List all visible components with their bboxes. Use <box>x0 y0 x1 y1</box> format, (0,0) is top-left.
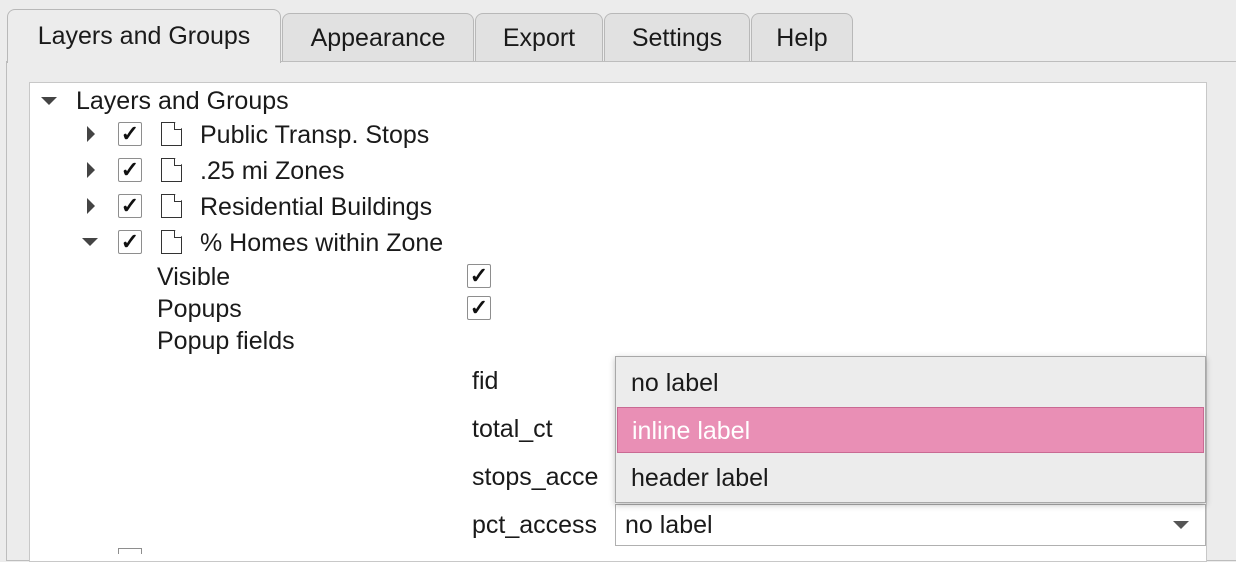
tab-help[interactable]: Help <box>751 13 853 62</box>
doc-fold-icon <box>174 122 182 130</box>
checkmark-icon: ✓ <box>469 295 489 320</box>
doc-fold-icon <box>174 158 182 166</box>
collapse-arrow-icon[interactable] <box>82 238 98 246</box>
layer-name[interactable]: Residential Buildings <box>200 192 432 222</box>
tab-settings[interactable]: Settings <box>604 13 750 62</box>
tab-bar: Layers and Groups Appearance Export Sett… <box>0 0 1236 63</box>
tab-export[interactable]: Export <box>475 13 603 62</box>
popups-checkbox[interactable]: ✓ <box>467 296 491 320</box>
collapse-arrow-icon[interactable] <box>41 97 57 105</box>
layer-name[interactable]: Public Transp. Stops <box>200 120 429 150</box>
layer-checkbox[interactable]: ✓ <box>118 230 142 254</box>
layer-name[interactable]: % Homes within Zone <box>200 228 443 258</box>
label-mode-select[interactable]: no label <box>615 504 1206 546</box>
layer-name[interactable]: .25 mi Zones <box>200 156 345 186</box>
checkmark-icon: ✓ <box>120 193 140 218</box>
dropdown-option-selected[interactable]: inline label <box>617 407 1204 453</box>
checkmark-icon: ✓ <box>120 157 140 182</box>
tab-layers-and-groups[interactable]: Layers and Groups <box>7 9 281 63</box>
field-name: stops_acce <box>472 463 599 491</box>
dropdown-option[interactable]: no label <box>617 360 1204 406</box>
visible-label: Visible <box>157 263 231 291</box>
label-mode-dropdown: no label inline label header label <box>615 356 1206 503</box>
tab-appearance[interactable]: Appearance <box>282 13 474 62</box>
layer-checkbox[interactable]: ✓ <box>118 158 142 182</box>
expand-arrow-icon[interactable] <box>87 126 95 142</box>
dropdown-option[interactable]: header label <box>617 455 1204 501</box>
field-name: pct_access <box>472 511 598 539</box>
tree-root-label[interactable]: Layers and Groups <box>76 86 289 116</box>
visible-checkbox[interactable]: ✓ <box>467 264 491 288</box>
layer-checkbox[interactable]: ✓ <box>118 194 142 218</box>
expand-arrow-icon[interactable] <box>87 162 95 178</box>
label-mode-value: no label <box>625 511 713 539</box>
chevron-down-icon <box>1173 521 1189 529</box>
checkmark-icon: ✓ <box>120 229 140 254</box>
checkmark-icon: ✓ <box>469 263 489 288</box>
layer-checkbox[interactable] <box>118 548 142 554</box>
expand-arrow-icon[interactable] <box>87 198 95 214</box>
layer-checkbox[interactable]: ✓ <box>118 122 142 146</box>
doc-fold-icon <box>174 230 182 238</box>
doc-fold-icon <box>174 194 182 202</box>
field-name: fid <box>472 367 499 395</box>
field-name: total_ct <box>472 415 553 443</box>
popups-label: Popups <box>157 295 242 323</box>
checkmark-icon: ✓ <box>120 121 140 146</box>
popup-fields-label: Popup fields <box>157 327 295 355</box>
